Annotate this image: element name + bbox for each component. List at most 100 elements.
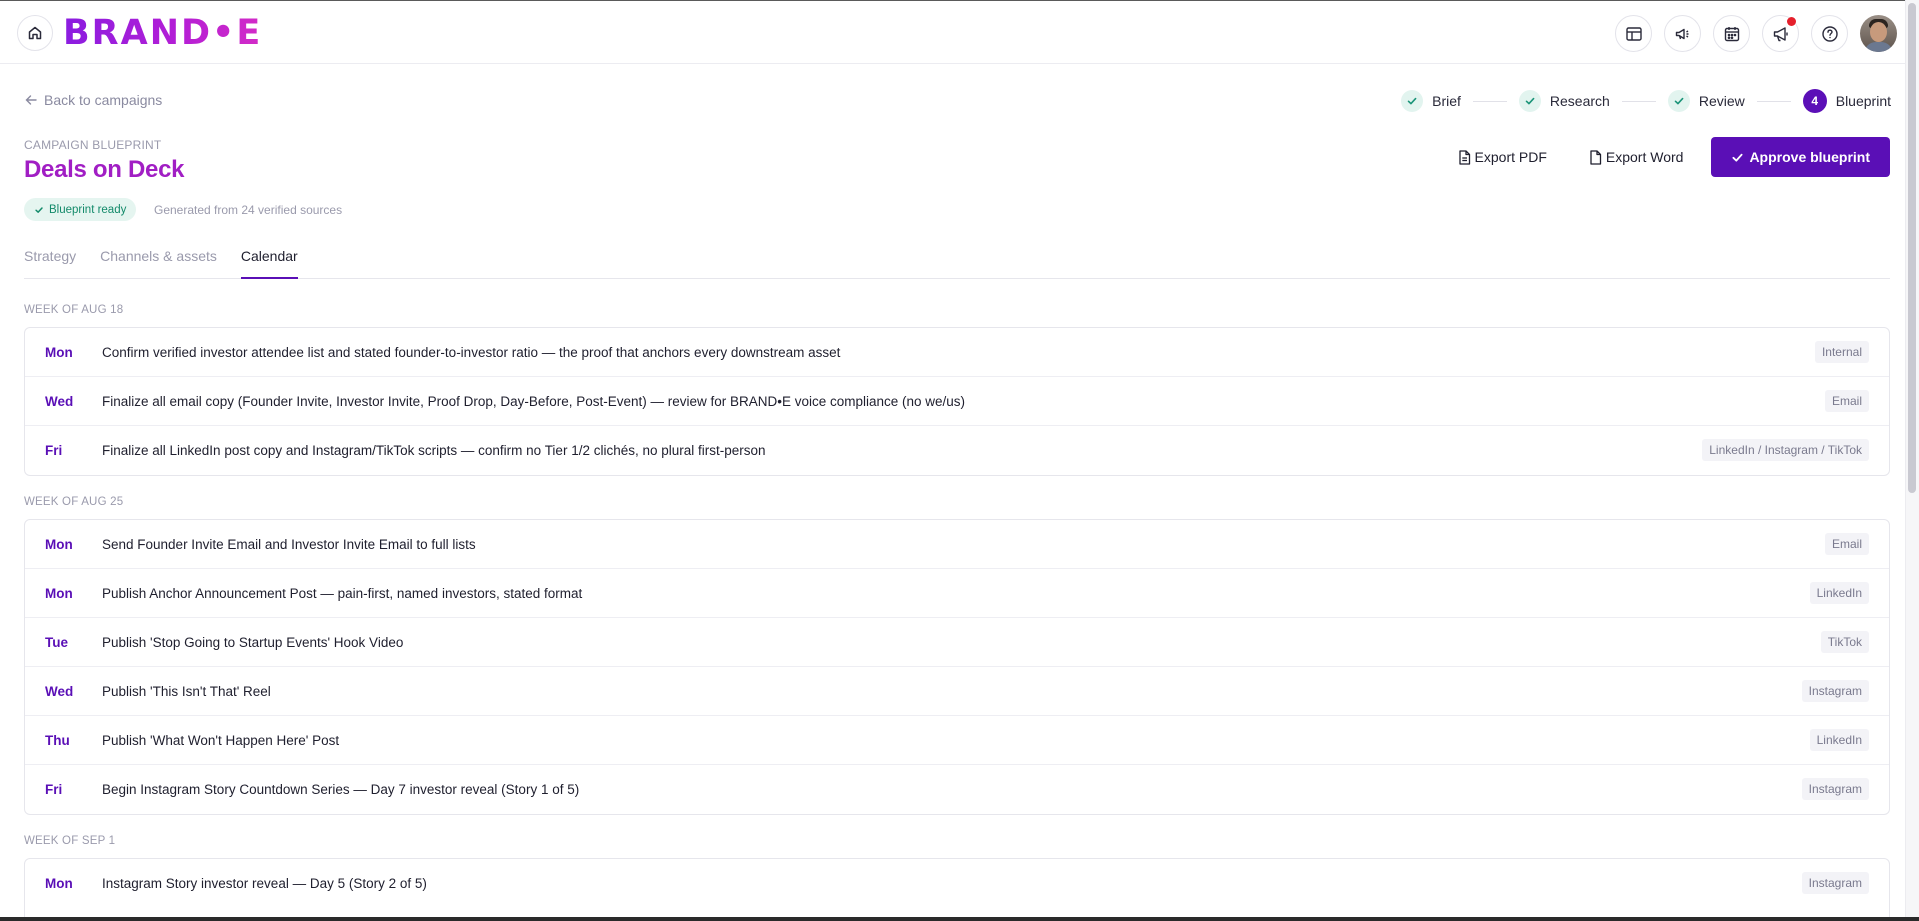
blueprint-actions: Export PDF Export Word Approve blueprint — [1443, 137, 1890, 177]
layout-button[interactable] — [1615, 15, 1652, 52]
week-card: Mon Instagram Story investor reveal — Da… — [24, 858, 1890, 921]
channel-tag: LinkedIn — [1809, 582, 1869, 604]
step-research[interactable]: Research — [1518, 90, 1610, 112]
row-task: Instagram Story investor reveal — Day 5 … — [102, 876, 427, 891]
step-review[interactable]: Review — [1667, 90, 1745, 112]
step-connector — [1621, 100, 1656, 102]
status-badge-label: Blueprint ready — [49, 203, 127, 216]
export-pdf-button[interactable]: Export PDF — [1443, 137, 1561, 177]
home-button[interactable] — [17, 15, 53, 51]
channel-tag: Instagram — [1801, 680, 1869, 702]
row-task: Publish Anchor Announcement Post — pain-… — [102, 585, 583, 601]
channel-tag: LinkedIn — [1809, 729, 1869, 751]
channel-tag: TikTok — [1820, 631, 1869, 653]
step-blueprint[interactable]: 4 Blueprint — [1802, 89, 1891, 113]
row-day: Mon — [45, 876, 73, 891]
row-task: Finalize all LinkedIn post copy and Inst… — [102, 443, 766, 458]
approve-blueprint-button[interactable]: Approve blueprint — [1711, 137, 1890, 177]
window-bottom-edge — [0, 917, 1919, 921]
row-task: Begin Instagram Story Countdown Series —… — [102, 782, 580, 797]
page-scrollbar[interactable] — [1905, 0, 1919, 921]
row-day: Fri — [45, 782, 63, 797]
channel-tag: LinkedIn / Instagram / TikTok — [1702, 439, 1869, 461]
channel-tag: Email — [1824, 533, 1869, 555]
calendar-row[interactable]: Mon Publish Anchor Announcement Post — p… — [25, 569, 1889, 618]
back-to-campaigns-link[interactable]: Back to campaigns — [24, 92, 162, 108]
calendar-button[interactable] — [1713, 15, 1750, 52]
week-label: WEEK OF AUG 25 — [24, 496, 124, 508]
row-task: Publish 'This Isn't That' Reel — [102, 683, 271, 699]
week-card: Mon Confirm verified investor attendee l… — [24, 327, 1890, 476]
step-brief[interactable]: Brief — [1401, 90, 1461, 112]
help-icon — [1821, 25, 1838, 42]
channel-tag: Instagram — [1801, 778, 1869, 800]
row-day: Mon — [45, 536, 73, 552]
step-number: 4 — [1802, 89, 1827, 113]
help-button[interactable] — [1811, 15, 1848, 52]
calendar-icon — [1724, 26, 1739, 41]
calendar-row[interactable]: Wed Finalize all email copy (Founder Inv… — [25, 377, 1889, 426]
notification-dot — [1787, 17, 1796, 26]
row-task: Publish 'Stop Going to Startup Events' H… — [102, 634, 404, 650]
row-day: Thu — [45, 732, 70, 748]
user-avatar[interactable] — [1860, 15, 1897, 52]
step-label: Review — [1698, 93, 1745, 109]
calendar-row[interactable]: Fri Begin Instagram Story Countdown Seri… — [25, 765, 1889, 814]
announcements-button[interactable] — [1762, 15, 1799, 52]
calendar-row[interactable]: Mon Instagram Story investor reveal — Da… — [25, 859, 1889, 908]
tab-calendar[interactable]: Calendar — [240, 246, 298, 279]
step-label: Brief — [1432, 93, 1461, 109]
step-label: Blueprint — [1835, 93, 1891, 109]
tab-channels-assets[interactable]: Channels & assets — [100, 246, 217, 279]
header-toolbar — [1615, 15, 1897, 52]
back-link-label: Back to campaigns — [44, 92, 163, 108]
calendar-row[interactable]: Mon Confirm verified investor attendee l… — [25, 328, 1889, 377]
layout-icon — [1625, 26, 1642, 41]
row-day: Mon — [45, 585, 73, 601]
channel-tag: Instagram — [1801, 872, 1869, 894]
week-label: WEEK OF AUG 18 — [24, 304, 124, 316]
row-task: Send Founder Invite Email and Investor I… — [102, 536, 476, 552]
sources-note: Generated from 24 verified sources — [154, 203, 343, 217]
step-label: Research — [1549, 93, 1610, 109]
export-pdf-label: Export PDF — [1474, 149, 1547, 165]
row-day: Mon — [45, 344, 73, 360]
check-icon — [1407, 97, 1417, 105]
calendar-row[interactable]: Mon Send Founder Invite Email and Invest… — [25, 520, 1889, 569]
channel-tag: Email — [1824, 390, 1869, 412]
brand-logo[interactable]: BRAND•E — [63, 13, 262, 53]
announcement-icon — [1773, 26, 1788, 41]
document-icon — [1458, 149, 1470, 165]
calendar-row[interactable]: Fri Finalize all LinkedIn post copy and … — [25, 426, 1889, 475]
calendar-row[interactable]: Tue Publish 'Stop Going to Startup Event… — [25, 618, 1889, 667]
calendar-row[interactable]: Thu Publish 'What Won't Happen Here' Pos… — [25, 716, 1889, 765]
blueprint-tabs: Strategy Channels & assets Calendar — [24, 246, 1890, 279]
step-connector — [1756, 100, 1791, 102]
check-icon — [35, 206, 43, 213]
logo-text: BRAND•E — [63, 13, 263, 53]
check-icon — [1732, 153, 1743, 162]
scrollbar-thumb[interactable] — [1908, 3, 1916, 493]
calendar-row[interactable]: Wed Publish 'This Isn't That' Reel Insta… — [25, 667, 1889, 716]
megaphone-sparkle-icon — [1675, 28, 1688, 39]
row-task: Publish 'What Won't Happen Here' Post — [102, 732, 340, 748]
tab-strategy[interactable]: Strategy — [24, 246, 76, 279]
row-day: Wed — [45, 393, 74, 409]
step-connector — [1472, 100, 1507, 102]
week-label: WEEK OF SEP 1 — [24, 835, 116, 847]
row-task: Confirm verified investor attendee list … — [102, 344, 841, 360]
row-day: Tue — [45, 634, 68, 650]
check-icon — [1525, 97, 1535, 105]
arrow-left-icon — [25, 95, 37, 105]
page-eyebrow: CAMPAIGN BLUEPRINT — [24, 138, 162, 152]
status-badge: Blueprint ready — [24, 198, 137, 221]
week-card: Mon Send Founder Invite Email and Invest… — [24, 519, 1890, 815]
row-day: Wed — [45, 683, 74, 699]
channel-tag: Internal — [1814, 341, 1869, 363]
top-bar: BRAND•E — [0, 0, 1919, 64]
home-icon — [28, 26, 42, 40]
export-word-label: Export Word — [1605, 149, 1684, 165]
campaigns-button[interactable] — [1664, 15, 1701, 52]
progress-stepper: Brief Research Review 4 Blueprint — [1401, 89, 1891, 113]
export-word-button[interactable]: Export Word — [1574, 137, 1698, 177]
